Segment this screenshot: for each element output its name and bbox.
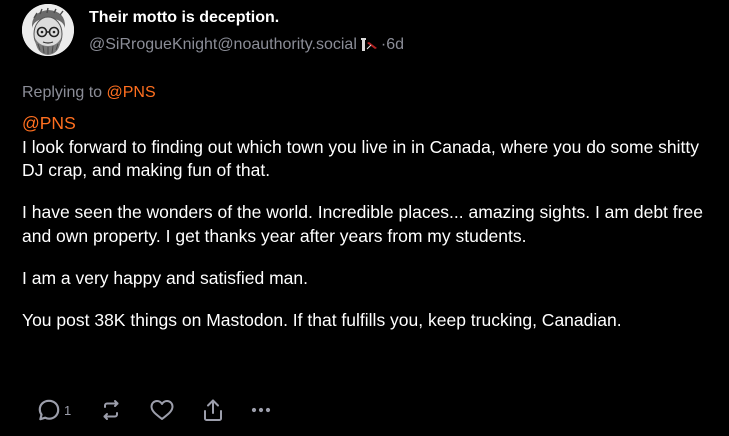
- reply-button[interactable]: 1: [36, 397, 71, 423]
- avatar[interactable]: [22, 4, 74, 56]
- action-bar: 1: [36, 396, 273, 424]
- boost-icon: [99, 398, 123, 422]
- reply-icon: [36, 397, 62, 423]
- favourite-icon: [149, 398, 175, 422]
- content-paragraph-4: You post 38K things on Mastodon. If that…: [22, 309, 622, 330]
- post-content: @PNS I look forward to finding out which…: [22, 112, 722, 351]
- favourite-button[interactable]: [149, 398, 175, 422]
- display-name[interactable]: Their motto is deception.: [89, 9, 279, 27]
- reply-count: 1: [64, 402, 72, 418]
- share-icon: [201, 397, 225, 423]
- timestamp[interactable]: 6d: [386, 36, 404, 54]
- reply-to-link[interactable]: @PNS: [107, 84, 156, 101]
- custom-emoji-icon: [359, 37, 379, 53]
- post: Their motto is deception. @SiRrogueKnigh…: [0, 0, 729, 436]
- content-paragraph-2: I have seen the wonders of the world. In…: [22, 202, 703, 246]
- content-paragraph-3: I am a very happy and satisfied man.: [22, 267, 308, 288]
- content-paragraph-1: @PNS I look forward to finding out which…: [22, 112, 722, 183]
- account-handle[interactable]: @SiRrogueKnight@noauthority.social: [89, 36, 357, 54]
- more-icon: [249, 398, 273, 422]
- paragraph-text: I look forward to finding out which town…: [22, 136, 700, 181]
- reply-context: Replying to @PNS: [22, 84, 156, 102]
- account-info: @SiRrogueKnight@noauthority.social · 6d: [89, 36, 404, 54]
- avatar-image: [22, 4, 74, 56]
- reply-prefix: Replying to: [22, 84, 107, 101]
- mention-link[interactable]: @PNS: [22, 112, 722, 136]
- share-button[interactable]: [201, 397, 225, 423]
- more-button[interactable]: [249, 398, 273, 422]
- boost-button[interactable]: [99, 398, 123, 422]
